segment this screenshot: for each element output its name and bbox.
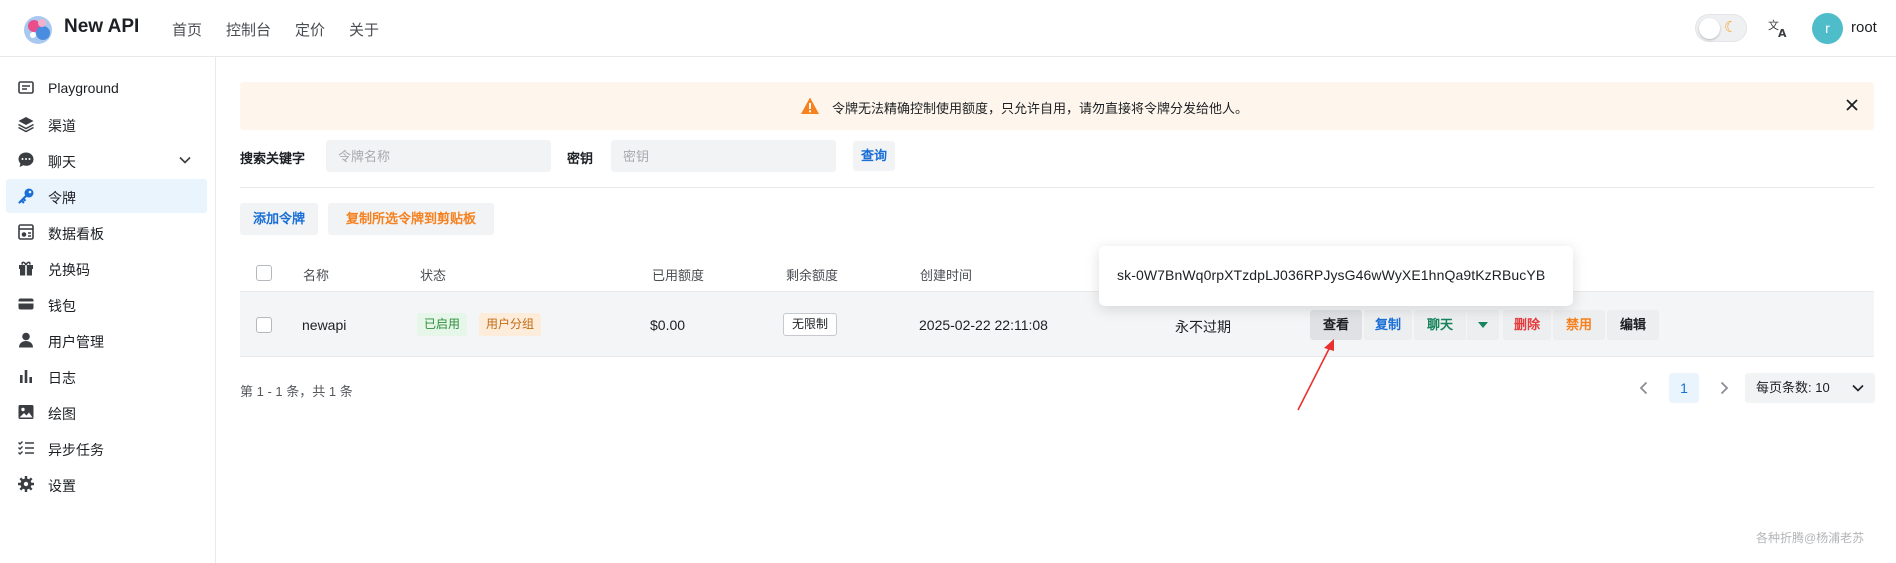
theme-toggle-knob <box>1699 18 1720 39</box>
sidebar-item-label: Playground <box>48 80 119 96</box>
search-key-label: 密钥 <box>567 151 594 166</box>
column-header-created: 创建时间 <box>920 268 973 283</box>
layers-icon <box>18 117 34 133</box>
sidebar-item-label: 设置 <box>48 478 76 494</box>
query-button[interactable]: 查询 <box>853 141 895 171</box>
chevron-down-icon <box>1852 384 1864 392</box>
sidebar-item-redeem[interactable]: 兑换码 <box>6 251 207 285</box>
nav-console[interactable]: 控制台 <box>226 19 271 40</box>
group-badge: 用户分组 <box>479 313 542 336</box>
chevron-down-icon <box>179 156 191 164</box>
sidebar-item-settings[interactable]: 设置 <box>6 467 207 501</box>
nav-pricing[interactable]: 定价 <box>295 19 325 40</box>
svg-text:A: A <box>1778 27 1787 40</box>
expire-time: 永不过期 <box>1175 319 1231 335</box>
close-icon[interactable] <box>1845 98 1859 112</box>
sidebar-item-label: 钱包 <box>48 298 76 314</box>
status-badge: 已启用 <box>417 313 468 336</box>
token-key-text[interactable]: sk-0W7BnWq0rpXTzdpLJ036RPJysG46wWyXE1hnQ… <box>1117 267 1545 283</box>
sidebar-item-label: 异步任务 <box>48 442 104 458</box>
column-header-status: 状态 <box>420 268 447 283</box>
copy-selected-tokens-button[interactable]: 复制所选令牌到剪贴板 <box>328 203 494 235</box>
chat-dropdown-button[interactable] <box>1467 310 1499 340</box>
chat-button[interactable]: 聊天 <box>1414 310 1466 340</box>
translate-icon[interactable]: 文 A <box>1765 15 1791 41</box>
nav-about[interactable]: 关于 <box>349 19 379 40</box>
sidebar-item-channels[interactable]: 渠道 <box>6 107 207 141</box>
annotation-arrow <box>1297 339 1334 411</box>
page-1-button[interactable]: 1 <box>1669 373 1699 403</box>
caret-down-icon <box>1478 322 1488 328</box>
sidebar-item-label: 渠道 <box>48 118 76 134</box>
sidebar-item-label: 用户管理 <box>48 334 104 350</box>
token-name-input[interactable] <box>326 140 551 172</box>
edit-button[interactable]: 编辑 <box>1607 310 1659 340</box>
sidebar-item-label: 日志 <box>48 370 76 386</box>
sidebar-item-playground[interactable]: Playground <box>6 71 207 105</box>
disable-button[interactable]: 禁用 <box>1553 310 1605 340</box>
select-all-checkbox[interactable] <box>256 265 272 281</box>
gear-icon <box>18 476 34 492</box>
wallet-icon <box>18 298 34 310</box>
dashboard-icon <box>18 224 34 240</box>
top-header: New API 首页 控制台 定价 关于 ☾ 文 A r root <box>0 0 1896 57</box>
username[interactable]: root <box>1851 19 1877 36</box>
app-title[interactable]: New API <box>64 16 139 38</box>
chevron-right-icon[interactable] <box>1716 380 1732 396</box>
sidebar-item-wallet[interactable]: 钱包 <box>6 287 207 321</box>
column-header-used: 已用额度 <box>652 268 705 283</box>
moon-icon: ☾ <box>1724 19 1738 36</box>
sidebar-item-label: 兑换码 <box>48 262 90 278</box>
warning-banner: 令牌无法精确控制使用额度，只允许自用，请勿直接将令牌分发给他人。 <box>240 82 1874 130</box>
top-nav: 首页 控制台 定价 关于 <box>172 19 403 40</box>
search-keyword-label: 搜索关键字 <box>240 151 306 166</box>
pagination-info: 第 1 - 1 条，共 1 条 <box>240 384 353 399</box>
nav-home[interactable]: 首页 <box>172 19 202 40</box>
user-icon <box>19 332 33 348</box>
column-header-remaining: 剩余额度 <box>786 268 839 283</box>
avatar[interactable]: r <box>1812 13 1843 44</box>
add-token-button[interactable]: 添加令牌 <box>240 203 318 235</box>
page-size-select[interactable]: 每页条数: 10 <box>1745 373 1875 403</box>
gift-icon <box>19 261 33 276</box>
key-icon <box>18 188 34 204</box>
chat-icon <box>18 152 34 167</box>
sidebar-item-logs[interactable]: 日志 <box>6 359 207 393</box>
sidebar-item-dashboard[interactable]: 数据看板 <box>6 215 207 249</box>
key-popover: sk-0W7BnWq0rpXTzdpLJ036RPJysG46wWyXE1hnQ… <box>1099 246 1573 306</box>
task-list-icon <box>18 441 34 455</box>
warning-icon <box>801 97 819 114</box>
sidebar: Playground 渠道 聊天 令牌 数据看板 兑换码 钱包 用户管理 日志 … <box>0 57 216 563</box>
token-name: newapi <box>302 317 347 333</box>
sidebar-item-label: 数据看板 <box>48 226 104 242</box>
sidebar-item-chat[interactable]: 聊天 <box>6 143 207 177</box>
page-size-label: 每页条数: 10 <box>1756 380 1830 395</box>
sidebar-item-users[interactable]: 用户管理 <box>6 323 207 357</box>
column-header-name: 名称 <box>303 268 330 283</box>
created-time: 2025-02-22 22:11:08 <box>919 317 1048 333</box>
chevron-left-icon[interactable] <box>1636 380 1652 396</box>
remaining-quota-badge: 无限制 <box>783 313 838 336</box>
delete-button[interactable]: 删除 <box>1503 310 1551 340</box>
chart-bar-icon <box>20 370 32 383</box>
sidebar-item-drawing[interactable]: 绘图 <box>6 395 207 429</box>
divider <box>240 187 1874 188</box>
image-icon <box>18 405 34 419</box>
copy-button[interactable]: 复制 <box>1364 310 1412 340</box>
sidebar-item-label: 令牌 <box>48 190 76 206</box>
sidebar-item-async-tasks[interactable]: 异步任务 <box>6 431 207 465</box>
key-input[interactable] <box>611 140 836 172</box>
row-checkbox[interactable] <box>256 317 272 333</box>
sidebar-item-tokens[interactable]: 令牌 <box>6 179 207 213</box>
watermark: 各种折腾@杨浦老苏 <box>1756 531 1865 545</box>
sidebar-item-label: 绘图 <box>48 406 76 422</box>
used-quota: $0.00 <box>650 317 686 333</box>
banner-text: 令牌无法精确控制使用额度，只允许自用，请勿直接将令牌分发给他人。 <box>832 101 1249 116</box>
theme-toggle[interactable]: ☾ <box>1695 14 1747 42</box>
playground-icon <box>18 81 34 94</box>
sidebar-item-label: 聊天 <box>48 154 76 170</box>
app-logo[interactable] <box>20 11 56 47</box>
